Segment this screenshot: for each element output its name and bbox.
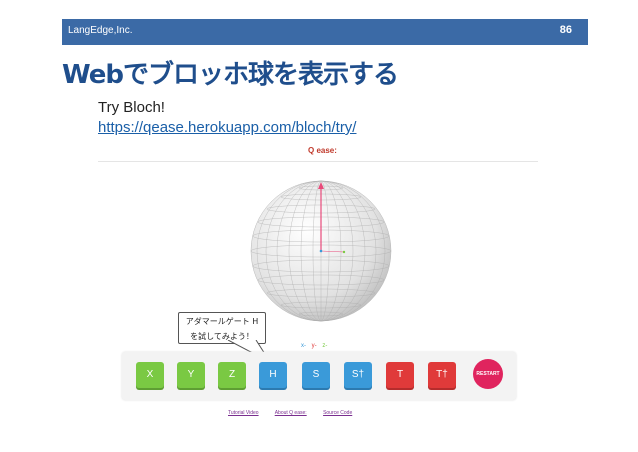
- slide-header-bar: LangEdge,Inc. 86: [62, 19, 588, 45]
- bloch-sphere[interactable]: [248, 178, 394, 324]
- footer-links: Tutorial Video About Q ease: Source Code: [228, 410, 367, 416]
- gate-t-dagger-button[interactable]: T†: [428, 362, 456, 388]
- gate-toolbar: X Y Z H S S† T T† RESTART: [122, 352, 516, 400]
- gate-t-button[interactable]: T: [386, 362, 414, 388]
- restart-button[interactable]: RESTART: [473, 359, 503, 389]
- try-label: Try Bloch!: [98, 99, 165, 116]
- tutorial-video-link[interactable]: Tutorial Video: [228, 410, 259, 416]
- about-qease-link[interactable]: About Q ease:: [275, 410, 307, 416]
- source-code-link[interactable]: Source Code: [323, 410, 352, 416]
- qease-logo: Q ease:: [308, 146, 337, 155]
- qease-app-screenshot: Q ease: アダマールゲート H を試してみよう！ x- y- z- X Y…: [98, 142, 538, 422]
- app-divider: [98, 161, 538, 162]
- gate-s-button[interactable]: S: [302, 362, 330, 388]
- slide-title: Webでブロッホ球を表示する: [62, 60, 399, 90]
- axis-x-label: x-: [301, 343, 306, 349]
- gate-h-button[interactable]: H: [259, 362, 287, 388]
- axis-z-label: z-: [322, 343, 328, 349]
- axis-y-label: y-: [311, 343, 317, 349]
- axis-legend: x- y- z-: [301, 343, 331, 349]
- gate-y-button[interactable]: Y: [177, 362, 205, 388]
- bloch-url-link[interactable]: https://qease.herokuapp.com/bloch/try/: [98, 119, 356, 136]
- origin-dot: [319, 249, 323, 253]
- gate-x-button[interactable]: X: [136, 362, 164, 388]
- callout-line-1: アダマールゲート H: [185, 317, 259, 326]
- x-axis-dot: [342, 250, 346, 254]
- gate-z-button[interactable]: Z: [218, 362, 246, 388]
- page-number: 86: [559, 24, 572, 36]
- gate-s-dagger-button[interactable]: S†: [344, 362, 372, 388]
- company-name: LangEdge,Inc.: [68, 25, 133, 36]
